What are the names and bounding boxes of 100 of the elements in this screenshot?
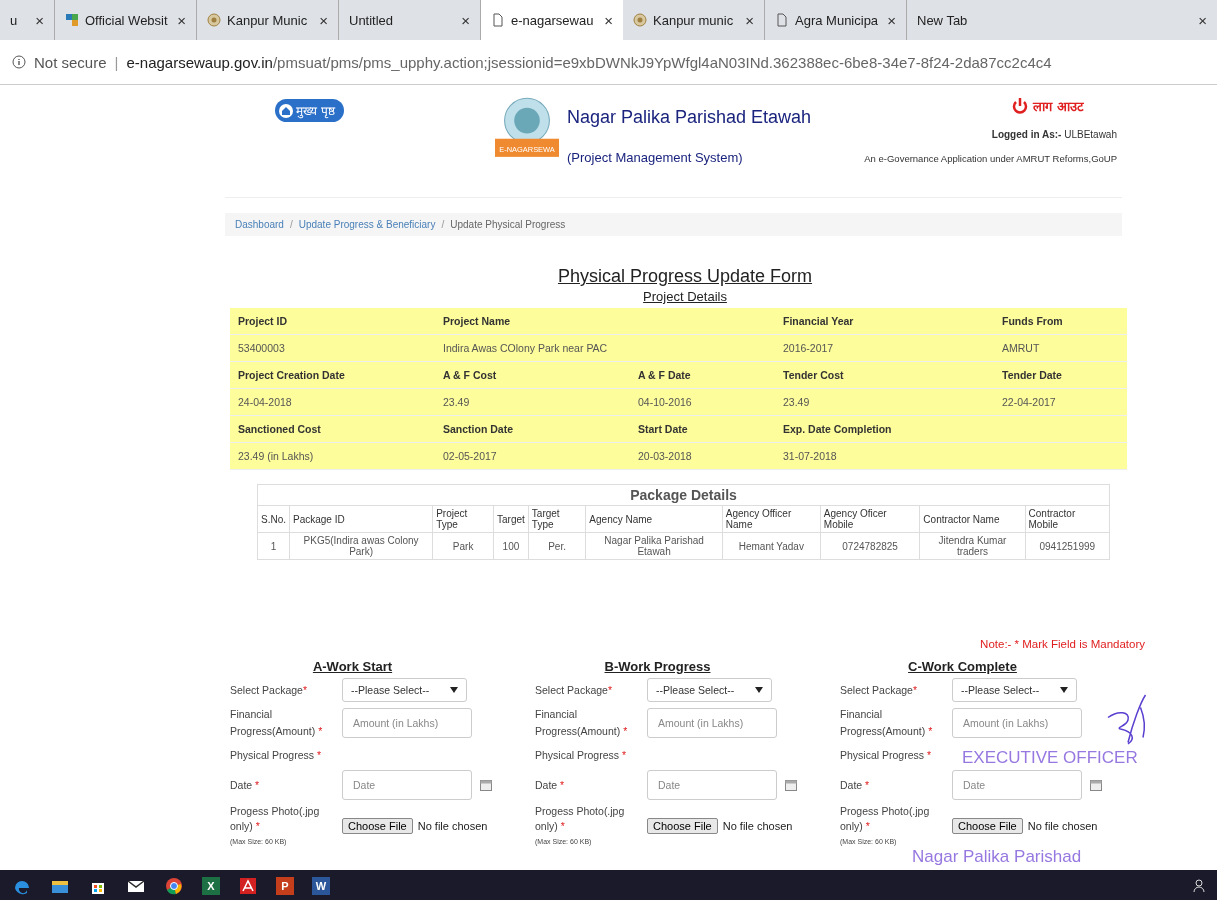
choose-file-button[interactable]: Choose File bbox=[342, 817, 413, 834]
close-tab-icon[interactable]: × bbox=[887, 11, 896, 29]
table-title: Package Details bbox=[257, 484, 1110, 506]
field-value: 20-03-2018 bbox=[630, 443, 775, 470]
power-icon bbox=[1011, 97, 1030, 115]
site-subtitle: (Project Management System) bbox=[567, 150, 744, 165]
choose-file-button[interactable]: Choose File bbox=[952, 817, 1023, 834]
close-tab-icon[interactable]: × bbox=[745, 11, 754, 29]
field-label: Financial Progress(Amount) * bbox=[535, 707, 629, 739]
emblem-icon bbox=[207, 13, 221, 27]
field-label: Physical Progress * bbox=[535, 748, 628, 761]
field-value: 04-10-2016 bbox=[630, 389, 775, 416]
caret-icon bbox=[755, 686, 763, 694]
column-header: Contractor Mobile bbox=[1025, 505, 1110, 533]
column-header: Project Type bbox=[432, 505, 494, 533]
table-cell: Per. bbox=[528, 532, 586, 560]
field-label: A & F Cost bbox=[435, 362, 630, 389]
package-dropdown[interactable]: --Please Select-- bbox=[952, 678, 1077, 702]
field-label: Project Creation Date bbox=[230, 362, 435, 389]
powerpoint-icon[interactable]: P bbox=[276, 877, 294, 895]
field-label: Physical Progress * bbox=[840, 748, 933, 761]
field-label: Select Package* bbox=[535, 684, 614, 696]
browser-tab[interactable]: e-nagarsewau × bbox=[481, 0, 623, 40]
excel-icon[interactable]: X bbox=[202, 877, 220, 895]
field-label: Progess Photo(.jpg only) * bbox=[535, 804, 625, 833]
separator: | bbox=[114, 53, 119, 71]
site-title: Nagar Palika Parishad Etawah bbox=[567, 106, 812, 128]
column-header: Agency Oficer Mobile bbox=[820, 505, 920, 533]
calendar-icon[interactable] bbox=[480, 778, 492, 791]
amount-input[interactable]: Amount (in Lakhs) bbox=[952, 707, 1082, 738]
package-dropdown[interactable]: --Please Select-- bbox=[647, 678, 772, 702]
close-tab-icon[interactable]: × bbox=[35, 11, 44, 29]
close-tab-icon[interactable]: × bbox=[1198, 11, 1207, 29]
tagline: An e-Governance Application under AMRUT Reforms,GoUP bbox=[864, 153, 1117, 164]
column-header: Agency Officer Name bbox=[722, 505, 821, 533]
calendar-icon[interactable] bbox=[1090, 778, 1102, 791]
field-label: Tender Cost bbox=[775, 362, 994, 389]
field-label: Sanction Date bbox=[435, 416, 630, 443]
date-input[interactable]: Date bbox=[647, 769, 777, 800]
field-label: Funds From bbox=[994, 308, 1127, 335]
breadcrumb-link[interactable]: Dashboard bbox=[235, 219, 284, 230]
column-title: C-Work Complete bbox=[907, 659, 1018, 674]
table-cell: Park bbox=[432, 532, 494, 560]
person-icon[interactable] bbox=[1193, 879, 1207, 893]
field-value: 23.49 bbox=[775, 389, 994, 416]
caret-icon bbox=[1060, 686, 1068, 694]
column-title: B-Work Progress bbox=[603, 659, 712, 674]
column-header: S.No. bbox=[257, 505, 290, 533]
info-icon[interactable] bbox=[12, 55, 26, 69]
field-label: Financial Year bbox=[775, 308, 994, 335]
package-dropdown[interactable]: --Please Select-- bbox=[342, 678, 467, 702]
field-label: Progess Photo(.jpg only) * bbox=[230, 804, 320, 833]
close-tab-icon[interactable]: × bbox=[319, 11, 328, 29]
field-label: Start Date bbox=[630, 416, 775, 443]
logout-link[interactable]: लाग आउट bbox=[1011, 97, 1084, 115]
date-input[interactable]: Date bbox=[952, 769, 1082, 800]
caret-icon bbox=[450, 686, 458, 694]
field-label: Date * bbox=[840, 778, 871, 791]
field-label: Project Name bbox=[435, 308, 775, 335]
calendar-icon[interactable] bbox=[785, 778, 797, 791]
table-cell: 0941251999 bbox=[1025, 532, 1110, 560]
close-tab-icon[interactable]: × bbox=[177, 11, 186, 29]
field-label: Exp. Date Completion bbox=[775, 416, 1127, 443]
field-label: Physical Progress * bbox=[230, 748, 323, 761]
home-button[interactable]: मुख्य पृष्ठ bbox=[275, 99, 344, 122]
choose-file-button[interactable]: Choose File bbox=[647, 817, 718, 834]
field-label: Financial Progress(Amount) * bbox=[840, 707, 934, 739]
table-cell: 100 bbox=[493, 532, 529, 560]
site-logo-icon bbox=[65, 13, 79, 27]
section-title: Project Details bbox=[642, 289, 728, 304]
logged-in-user: Logged in As:- ULBEtawah bbox=[991, 129, 1117, 140]
field-label: Date * bbox=[535, 778, 566, 791]
amount-input[interactable]: Amount (in Lakhs) bbox=[647, 707, 777, 738]
field-label: Tender Date bbox=[994, 362, 1127, 389]
field-value: 23.49 (in Lakhs) bbox=[230, 443, 435, 470]
stamp-text: Nagar Palika Parishad bbox=[912, 848, 1082, 867]
emblem-icon bbox=[633, 13, 647, 27]
browser-tab[interactable]: New Tab × bbox=[907, 0, 1217, 40]
column-header: Agency Name bbox=[585, 505, 723, 533]
date-input[interactable]: Date bbox=[342, 769, 472, 800]
amount-input[interactable]: Amount (in Lakhs) bbox=[342, 707, 472, 738]
field-label: Progess Photo(.jpg only) * bbox=[840, 804, 930, 833]
breadcrumb-link[interactable]: Update Progress & Beneficiary bbox=[298, 219, 436, 230]
field-value: AMRUT bbox=[994, 335, 1127, 362]
close-tab-icon[interactable]: × bbox=[604, 11, 613, 29]
pdf-icon[interactable] bbox=[238, 876, 258, 896]
field-value: Indira Awas COlony Park near PAC bbox=[435, 335, 775, 362]
field-value: 02-05-2017 bbox=[435, 443, 630, 470]
field-label: Project ID bbox=[230, 308, 435, 335]
word-icon[interactable]: W bbox=[312, 877, 330, 895]
chrome-icon[interactable] bbox=[164, 876, 184, 896]
file-status: No file chosen bbox=[1027, 819, 1098, 832]
field-label: Select Package* bbox=[230, 684, 309, 696]
column-header: Target Type bbox=[528, 505, 586, 533]
field-label: Financial Progress(Amount) * bbox=[230, 707, 324, 739]
table-cell: Hemant Yadav bbox=[722, 532, 821, 560]
field-value: 31-07-2018 bbox=[775, 443, 1127, 470]
url-field[interactable]: e-nagarsewaup.gov.in/pmsuat/pms/pms_upphy.action;jsessionid=e9xbDWNkJ9YpWfgl4aN03INd.362388ec-6be8-34e7-8f24-2da87cc2c4c4 bbox=[126, 53, 1052, 71]
close-tab-icon[interactable]: × bbox=[461, 11, 470, 29]
breadcrumb-current: Update Physical Progress bbox=[450, 219, 566, 230]
